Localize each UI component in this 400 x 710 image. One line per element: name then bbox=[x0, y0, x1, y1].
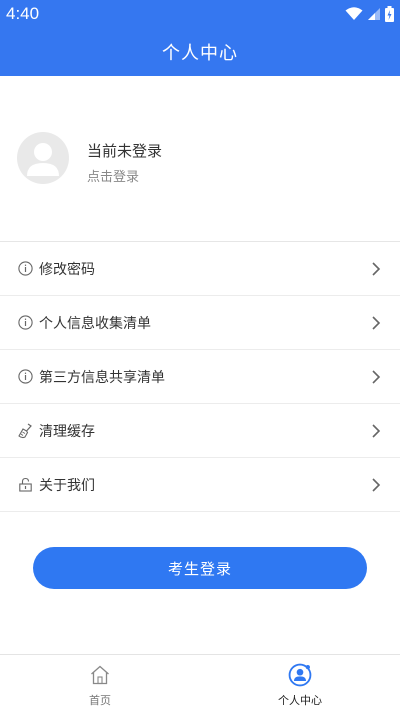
menu-item-label: 修改密码 bbox=[39, 261, 95, 278]
menu-item-label: 第三方信息共享清单 bbox=[39, 369, 165, 386]
menu-item-about-us[interactable]: 关于我们 bbox=[0, 458, 400, 512]
title-bar: 个人中心 bbox=[0, 28, 400, 76]
menu-item-third-party-sharing[interactable]: 第三方信息共享清单 bbox=[0, 350, 400, 404]
avatar[interactable] bbox=[17, 132, 69, 184]
chevron-right-icon bbox=[372, 262, 381, 276]
status-time: 4:40 bbox=[6, 4, 40, 23]
wifi-icon bbox=[345, 7, 363, 20]
signal-icon bbox=[368, 8, 380, 20]
menu-item-change-password[interactable]: 修改密码 bbox=[0, 242, 400, 296]
battery-icon bbox=[385, 6, 394, 22]
broom-icon bbox=[17, 423, 33, 439]
tab-profile[interactable]: 个人中心 bbox=[200, 655, 400, 710]
default-avatar-icon bbox=[27, 143, 59, 176]
info-icon bbox=[17, 369, 33, 385]
info-icon bbox=[17, 315, 33, 331]
lock-icon bbox=[17, 477, 33, 493]
chevron-right-icon bbox=[372, 370, 381, 384]
tab-label: 个人中心 bbox=[278, 694, 322, 707]
info-icon bbox=[17, 261, 33, 277]
login-link[interactable]: 点击登录 bbox=[87, 166, 139, 185]
chevron-right-icon bbox=[372, 478, 381, 492]
home-icon bbox=[88, 663, 112, 687]
menu-item-label: 个人信息收集清单 bbox=[39, 315, 151, 332]
tab-home[interactable]: 首页 bbox=[0, 655, 200, 710]
user-icon bbox=[288, 663, 312, 687]
app-header: 4:40 个人中心 bbox=[0, 0, 400, 76]
candidate-login-button[interactable]: 考生登录 bbox=[33, 547, 367, 589]
settings-menu: 修改密码 个人信息收集清单 第三方信息共享清单 清理缓存 关于我们 bbox=[0, 241, 400, 512]
menu-item-personal-info-list[interactable]: 个人信息收集清单 bbox=[0, 296, 400, 350]
bottom-tab-bar: 首页 个人中心 bbox=[0, 654, 400, 710]
chevron-right-icon bbox=[372, 316, 381, 330]
status-icons bbox=[345, 6, 394, 22]
chevron-right-icon bbox=[372, 424, 381, 438]
menu-item-label: 关于我们 bbox=[39, 477, 95, 494]
menu-item-label: 清理缓存 bbox=[39, 423, 95, 440]
profile-card[interactable]: 当前未登录 点击登录 bbox=[0, 76, 400, 240]
tab-label: 首页 bbox=[89, 694, 111, 707]
menu-item-clear-cache[interactable]: 清理缓存 bbox=[0, 404, 400, 458]
page-title: 个人中心 bbox=[162, 43, 238, 64]
profile-name: 当前未登录 bbox=[87, 142, 163, 160]
status-bar: 4:40 bbox=[0, 0, 400, 28]
